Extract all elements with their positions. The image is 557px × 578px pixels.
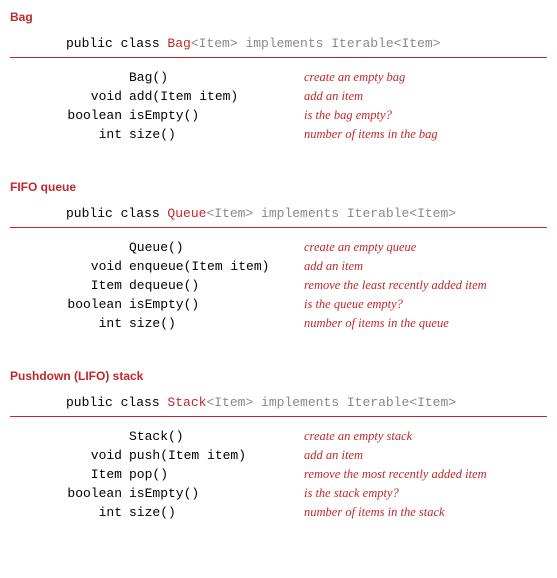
api-section-bag: Bag public class Bag<Item> implements It… [10,10,547,144]
return-type: boolean [66,106,129,125]
return-type: boolean [66,484,129,503]
api-section-queue: FIFO queue public class Queue<Item> impl… [10,180,547,333]
method-signature: pop() [129,465,304,484]
keyword-public-class: public class [66,206,167,221]
section-title: FIFO queue [10,180,547,194]
method-description: create an empty queue [304,238,487,257]
method-table: Queue() create an empty queue void enque… [66,238,487,333]
class-name: Bag [167,36,190,51]
method-signature: add(Item item) [129,87,304,106]
implements-clause: implements Iterable<Item> [253,395,456,410]
method-table: Bag() create an empty bag void add(Item … [66,68,438,144]
section-title: Bag [10,10,547,24]
generic-param: <Item> [206,206,253,221]
keyword-public-class: public class [66,395,167,410]
return-type: Item [66,465,129,484]
class-declaration: public class Bag<Item> implements Iterab… [10,36,547,58]
method-description: number of items in the stack [304,503,487,522]
method-signature: isEmpty() [129,295,304,314]
class-declaration: public class Queue<Item> implements Iter… [10,206,547,228]
class-name: Stack [167,395,206,410]
implements-clause: implements Iterable<Item> [238,36,441,51]
method-signature: dequeue() [129,276,304,295]
method-row: int size() number of items in the queue [66,314,487,333]
method-table: Stack() create an empty stack void push(… [66,427,487,522]
class-declaration: public class Stack<Item> implements Iter… [10,395,547,417]
api-section-stack: Pushdown (LIFO) stack public class Stack… [10,369,547,522]
method-row: Bag() create an empty bag [66,68,438,87]
method-signature: isEmpty() [129,484,304,503]
method-description: add an item [304,446,487,465]
method-row: void push(Item item) add an item [66,446,487,465]
method-signature: push(Item item) [129,446,304,465]
method-signature: size() [129,503,304,522]
generic-param: <Item> [206,395,253,410]
method-description: create an empty stack [304,427,487,446]
method-description: is the bag empty? [304,106,438,125]
method-description: create an empty bag [304,68,438,87]
method-row: Stack() create an empty stack [66,427,487,446]
method-row: int size() number of items in the bag [66,125,438,144]
method-row: Item pop() remove the most recently adde… [66,465,487,484]
method-row: boolean isEmpty() is the bag empty? [66,106,438,125]
method-row: boolean isEmpty() is the queue empty? [66,295,487,314]
method-signature: Queue() [129,238,304,257]
return-type: int [66,314,129,333]
method-signature: isEmpty() [129,106,304,125]
return-type: void [66,257,129,276]
method-description: number of items in the bag [304,125,438,144]
generic-param: <Item> [191,36,238,51]
method-row: boolean isEmpty() is the stack empty? [66,484,487,503]
class-name: Queue [167,206,206,221]
return-type: int [66,503,129,522]
method-row: Item dequeue() remove the least recently… [66,276,487,295]
method-row: int size() number of items in the stack [66,503,487,522]
method-signature: Bag() [129,68,304,87]
implements-clause: implements Iterable<Item> [253,206,456,221]
method-description: add an item [304,87,438,106]
method-row: void enqueue(Item item) add an item [66,257,487,276]
method-row: Queue() create an empty queue [66,238,487,257]
method-description: remove the least recently added item [304,276,487,295]
return-type: void [66,87,129,106]
method-signature: size() [129,314,304,333]
return-type: int [66,125,129,144]
method-description: remove the most recently added item [304,465,487,484]
section-title: Pushdown (LIFO) stack [10,369,547,383]
method-description: is the queue empty? [304,295,487,314]
return-type [66,427,129,446]
return-type: boolean [66,295,129,314]
method-description: number of items in the queue [304,314,487,333]
method-signature: enqueue(Item item) [129,257,304,276]
method-description: add an item [304,257,487,276]
method-signature: Stack() [129,427,304,446]
return-type: Item [66,276,129,295]
return-type: void [66,446,129,465]
return-type [66,68,129,87]
keyword-public-class: public class [66,36,167,51]
method-signature: size() [129,125,304,144]
return-type [66,238,129,257]
method-description: is the stack empty? [304,484,487,503]
method-row: void add(Item item) add an item [66,87,438,106]
